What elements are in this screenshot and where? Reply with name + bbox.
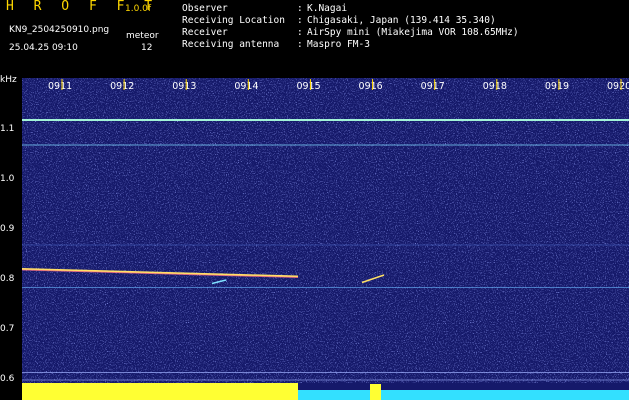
date-time: 25.04.25 09:10 — [9, 43, 78, 53]
meteor-count: 12 — [141, 43, 153, 53]
antenna-label: Receiving antenna — [182, 39, 280, 50]
header: H R O F F T 1.0.0f KN9_2504250910.png me… — [0, 0, 629, 78]
receiver-value: AirSpy mini (Miakejima VOR 108.65MHz) — [307, 27, 519, 38]
y-tick-label: 1.1 — [0, 124, 15, 134]
spectrogram: 0911 0912 0913 0914 0915 0916 0917 0918 0919 0920 — [22, 78, 629, 400]
y-axis-unit: kHz — [0, 75, 17, 85]
power-bar-left — [22, 383, 298, 400]
x-tick-label: 0919 — [545, 81, 569, 92]
y-tick-label: 0.8 — [0, 274, 15, 284]
location-value: Chigasaki, Japan (139.414 35.340) — [307, 15, 496, 26]
y-tick-label: 0.7 — [0, 324, 15, 334]
x-tick-label: 0912 — [110, 81, 134, 92]
y-tick-label: 1.0 — [0, 174, 15, 184]
y-axis: kHz 1.1 1.0 0.9 0.8 0.7 0.6 — [0, 75, 22, 400]
power-bar-spike — [370, 384, 381, 400]
y-tick-label: 0.6 — [0, 374, 15, 384]
x-tick-label: 0920 — [607, 81, 629, 92]
power-bar-right — [298, 390, 629, 400]
y-tick-label: 0.9 — [0, 224, 15, 234]
meteor-label: meteor — [126, 31, 159, 41]
x-tick-label: 0918 — [483, 81, 507, 92]
file-name: KN9_2504250910.png — [9, 25, 110, 35]
x-tick-label: 0914 — [234, 81, 258, 92]
receiver-label: Receiver — [182, 27, 228, 38]
app-version: 1.0.0f — [125, 4, 152, 14]
x-tick-label: 0917 — [421, 81, 445, 92]
observer-value: K.Nagai — [307, 3, 348, 14]
spectrogram-noise — [22, 78, 629, 383]
antenna-value: Maspro FM-3 — [307, 39, 370, 50]
location-label: Receiving Location — [182, 15, 285, 26]
x-tick-label: 0913 — [172, 81, 196, 92]
x-tick-label: 0911 — [48, 81, 72, 92]
x-tick-label: 0916 — [359, 81, 383, 92]
observer-label: Observer — [182, 3, 228, 14]
x-tick-label: 0915 — [296, 81, 320, 92]
